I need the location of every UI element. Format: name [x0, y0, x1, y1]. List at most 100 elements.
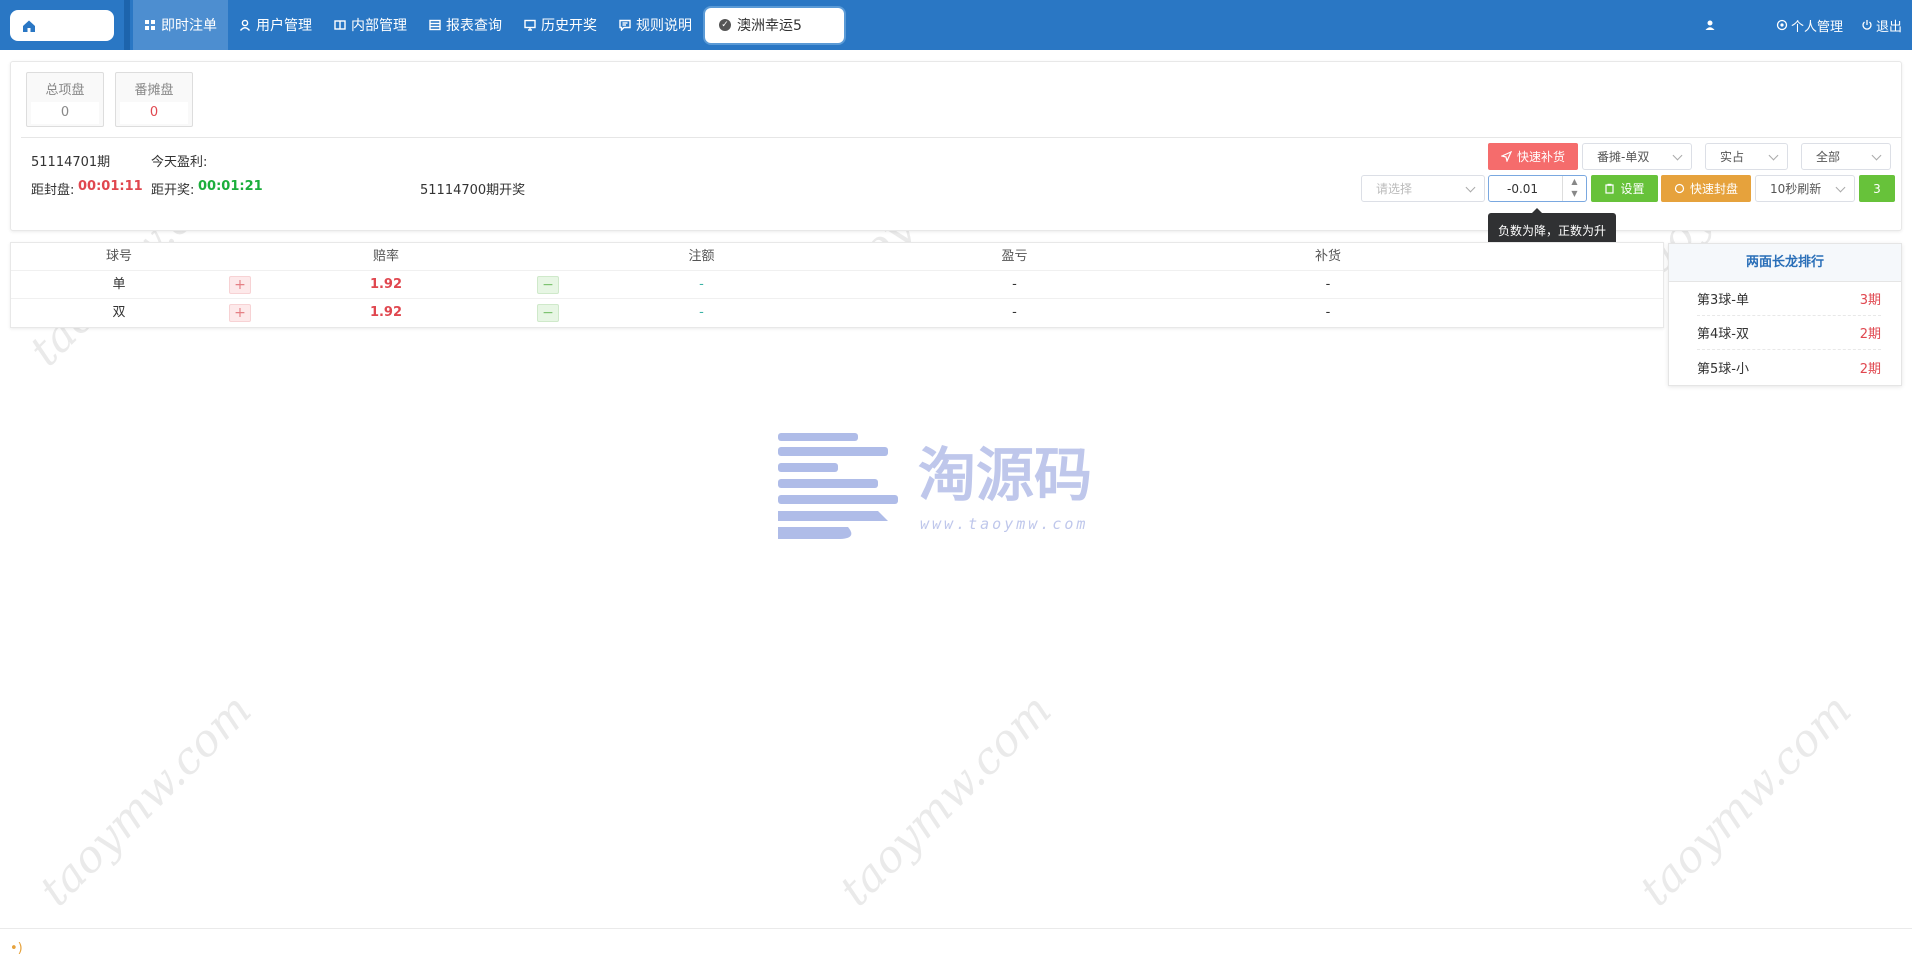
main-nav: 即时注单 用户管理 内部管理 报表查询 历史开奖 规则说明 ✓ 澳洲幸运5	[133, 0, 844, 50]
home-button[interactable]	[10, 10, 114, 41]
close-countdown: 00:01:11	[78, 179, 143, 194]
watermark-text: taoymw.com	[30, 684, 262, 917]
nav-item-label: 历史开奖	[541, 18, 597, 34]
watermark-logo: 淘源码 www.taoymw.com	[778, 433, 1092, 539]
nav-item-user-management[interactable]: 用户管理	[228, 0, 323, 50]
account-button[interactable]	[1704, 19, 1716, 31]
cell-profit: -	[1012, 276, 1017, 292]
table-row: 双 + 1.92 − - - -	[11, 299, 1663, 327]
top-navbar: 即时注单 用户管理 内部管理 报表查询 历史开奖 规则说明 ✓ 澳洲幸运5 个人…	[0, 0, 1912, 50]
chevron-down-icon[interactable]: ▼	[1563, 188, 1586, 200]
divider	[21, 137, 1901, 138]
grid-icon	[145, 20, 155, 30]
stat-label: 番摊盘	[134, 83, 174, 98]
ranking-item-periods: 2期	[1859, 361, 1881, 377]
cell-ball: 单 +	[11, 271, 251, 299]
chevron-down-icon	[1768, 150, 1779, 161]
monitor-icon	[524, 19, 536, 31]
chevron-down-icon	[1465, 182, 1476, 193]
stat-label: 总项盘	[45, 83, 85, 98]
message-icon	[619, 19, 631, 31]
home-icon	[23, 20, 35, 32]
odds-value[interactable]: 1.92	[370, 277, 402, 292]
cell-stake: -	[699, 276, 704, 292]
mode-select[interactable]: 实占	[1705, 143, 1788, 170]
refresh-interval-select[interactable]: 10秒刷新	[1755, 175, 1855, 202]
watermark-text: taoymw.com	[830, 684, 1062, 917]
power-icon	[1862, 20, 1872, 30]
table-icon	[429, 19, 441, 31]
game-tab-label: 澳洲幸运5	[737, 18, 802, 34]
svg-text:www.taoymw.com: www.taoymw.com	[920, 515, 1088, 533]
quick-replenish-label: 快速补货	[1516, 150, 1565, 164]
cell-odds: 1.92 −	[227, 271, 559, 299]
refresh-icon	[1674, 183, 1685, 194]
personal-management-label: 个人管理	[1790, 19, 1843, 35]
nav-item-rules[interactable]: 规则说明	[608, 0, 703, 50]
user-icon	[1705, 20, 1715, 30]
set-button-label: 设置	[1620, 182, 1645, 196]
odds-value[interactable]: 1.92	[370, 305, 402, 320]
column-header: 注额	[688, 248, 715, 264]
quick-replenish-button[interactable]: 快速补货	[1488, 143, 1578, 170]
list-item: 第3球-单 3期	[1697, 282, 1881, 316]
tab-game-selector[interactable]: ✓ 澳洲幸运5	[705, 7, 844, 43]
option-placeholder: 请选择	[1376, 182, 1413, 196]
ranking-item-periods: 2期	[1859, 327, 1881, 342]
column-header: 赔率	[372, 248, 399, 264]
ranking-item-periods: 3期	[1859, 293, 1881, 308]
ball-name: 双	[112, 305, 126, 320]
stat-value: 0	[31, 102, 99, 124]
footer-bar: •)	[0, 928, 1912, 966]
scope-value: 全部	[1816, 150, 1841, 164]
nav-item-label: 规则说明	[636, 18, 692, 34]
option-select[interactable]: 请选择	[1361, 175, 1485, 202]
nav-item-label: 报表查询	[446, 18, 502, 34]
open-countdown-label: 距开奖:	[151, 183, 195, 198]
open-countdown: 00:01:21	[198, 179, 263, 194]
refresh-interval-value: 10秒刷新	[1770, 182, 1822, 196]
nav-divider	[124, 0, 130, 50]
book-icon	[334, 20, 346, 30]
personal-management-link[interactable]: 个人管理	[1776, 16, 1843, 35]
nav-item-internal-management[interactable]: 内部管理	[323, 0, 418, 50]
cell-replenish: -	[1325, 305, 1331, 320]
odds-step-input[interactable]: -0.01 ▲ ▼	[1488, 175, 1587, 202]
cell-ball: 双 +	[11, 299, 251, 327]
logout-link[interactable]: 退出	[1861, 16, 1902, 35]
long-dragon-ranking: 两面长龙排行 第3球-单 3期 第4球-双 2期 第5球-小 2期	[1668, 243, 1902, 386]
play-type-value: 番摊-单双	[1597, 150, 1650, 164]
list-item: 第5球-小 2期	[1697, 350, 1881, 384]
nav-item-instant-bets[interactable]: 即时注单	[133, 0, 228, 50]
refresh-countdown-badge[interactable]: 3	[1859, 175, 1895, 202]
chevron-down-icon	[1871, 150, 1882, 161]
refresh-countdown-value: 3	[1873, 181, 1881, 196]
list-item: 第4球-双 2期	[1697, 316, 1881, 350]
odds-table: 球号 赔率 注额 盈亏 补货 单 + 1.92 − - - - 双 + 1.92…	[10, 242, 1664, 328]
nav-item-label: 内部管理	[351, 18, 407, 34]
scope-select[interactable]: 全部	[1801, 143, 1891, 170]
gear-icon	[1776, 19, 1788, 31]
column-header: 补货	[1314, 248, 1341, 264]
stat-total[interactable]: 总项盘 0	[26, 72, 104, 127]
stat-fantan[interactable]: 番摊盘 0	[115, 72, 193, 127]
watermark-text: taoymw.com	[1630, 684, 1862, 917]
svg-text:淘源码: 淘源码	[918, 441, 1092, 509]
cell-stake: -	[699, 305, 704, 320]
nav-item-reports[interactable]: 报表查询	[418, 0, 513, 50]
ball-name: 单	[112, 276, 126, 292]
today-profit-label: 今天盈利:	[151, 155, 208, 170]
chevron-up-icon[interactable]: ▲	[1563, 176, 1586, 188]
play-type-select[interactable]: 番摊-单双	[1582, 143, 1692, 170]
mode-value: 实占	[1720, 150, 1745, 164]
cell-replenish: -	[1325, 276, 1331, 292]
nav-item-draw-history[interactable]: 历史开奖	[513, 0, 608, 50]
speaker-icon[interactable]: •)	[10, 941, 23, 956]
quick-close-button[interactable]: 快速封盘	[1661, 175, 1751, 202]
info-panel: 总项盘 0 番摊盘 0 51114701期 今天盈利: 距封盘: 00:01:1…	[10, 61, 1902, 247]
tooltip-text: 负数为降，正数为升	[1498, 223, 1607, 238]
set-button[interactable]: 设置	[1591, 175, 1658, 202]
number-stepper[interactable]: ▲ ▼	[1562, 176, 1586, 201]
send-icon	[1500, 151, 1512, 162]
chevron-down-icon	[1835, 182, 1846, 193]
